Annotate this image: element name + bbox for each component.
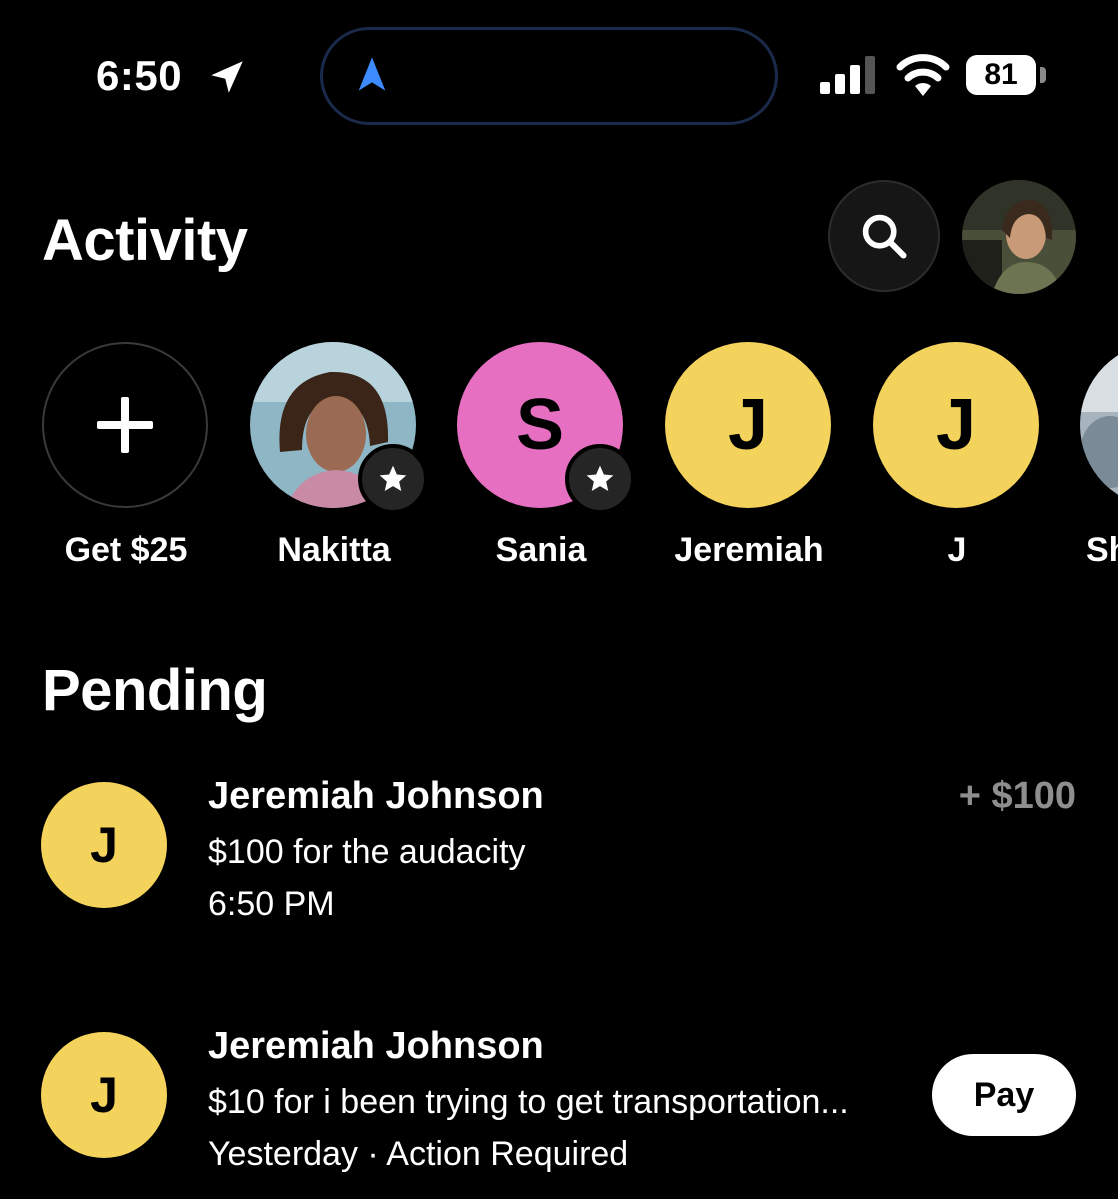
navigation-icon	[358, 57, 386, 91]
contact-jeremiah[interactable]: J Jeremiah	[665, 342, 833, 572]
favorite-badge	[565, 444, 635, 514]
add-contact-circle	[42, 342, 208, 508]
contact-avatar-initial: J	[665, 342, 831, 508]
search-icon	[862, 214, 907, 259]
row-time: 6:50 PM	[208, 885, 335, 923]
star-icon	[379, 465, 407, 491]
contact-nakitta[interactable]: Nakitta	[250, 342, 428, 572]
section-title-pending: Pending	[42, 658, 268, 723]
row-avatar: J	[41, 1032, 167, 1158]
pending-row[interactable]: J Jeremiah Johnson $100 for the audacity…	[0, 770, 1118, 950]
row-name: Jeremiah Johnson	[208, 775, 544, 817]
contact-label: Sh	[1086, 531, 1118, 569]
contact-label: Sania	[495, 531, 587, 569]
profile-avatar[interactable]	[962, 180, 1076, 294]
contact-get-25[interactable]: Get $25	[42, 342, 210, 572]
avatar-photo	[1080, 342, 1118, 508]
page-title: Activity	[42, 208, 248, 273]
pay-button[interactable]: Pay	[932, 1054, 1076, 1136]
wifi-icon	[896, 54, 950, 96]
star-icon	[586, 465, 614, 491]
row-name: Jeremiah Johnson	[208, 1025, 544, 1067]
profile-photo	[962, 180, 1076, 294]
contact-avatar-initial: J	[873, 342, 1039, 508]
battery-cap	[1040, 67, 1046, 83]
status-time: 6:50	[96, 52, 183, 99]
contact-label: Get $25	[64, 531, 188, 569]
contact-partial[interactable]: Sh	[1080, 342, 1118, 582]
contact-label: Jeremiah	[674, 531, 824, 569]
contact-label: J	[947, 531, 967, 569]
search-button[interactable]	[828, 180, 940, 292]
plus-icon	[97, 397, 153, 453]
contact-avatar-photo	[1080, 342, 1118, 508]
row-amount: + $100	[958, 775, 1076, 817]
signal-icon	[820, 56, 875, 94]
location-arrow-icon	[211, 61, 243, 93]
contact-j[interactable]: J J	[873, 342, 1041, 572]
row-note: $10 for i been trying to get transportat…	[208, 1083, 849, 1121]
battery-icon: 81	[966, 55, 1036, 95]
row-status: Yesterday · Action Required	[208, 1135, 629, 1173]
contact-sania[interactable]: S Sania	[457, 342, 635, 572]
favorite-badge	[358, 444, 428, 514]
row-avatar: J	[41, 782, 167, 908]
contact-label: Nakitta	[277, 531, 391, 569]
row-note: $100 for the audacity	[208, 833, 526, 871]
